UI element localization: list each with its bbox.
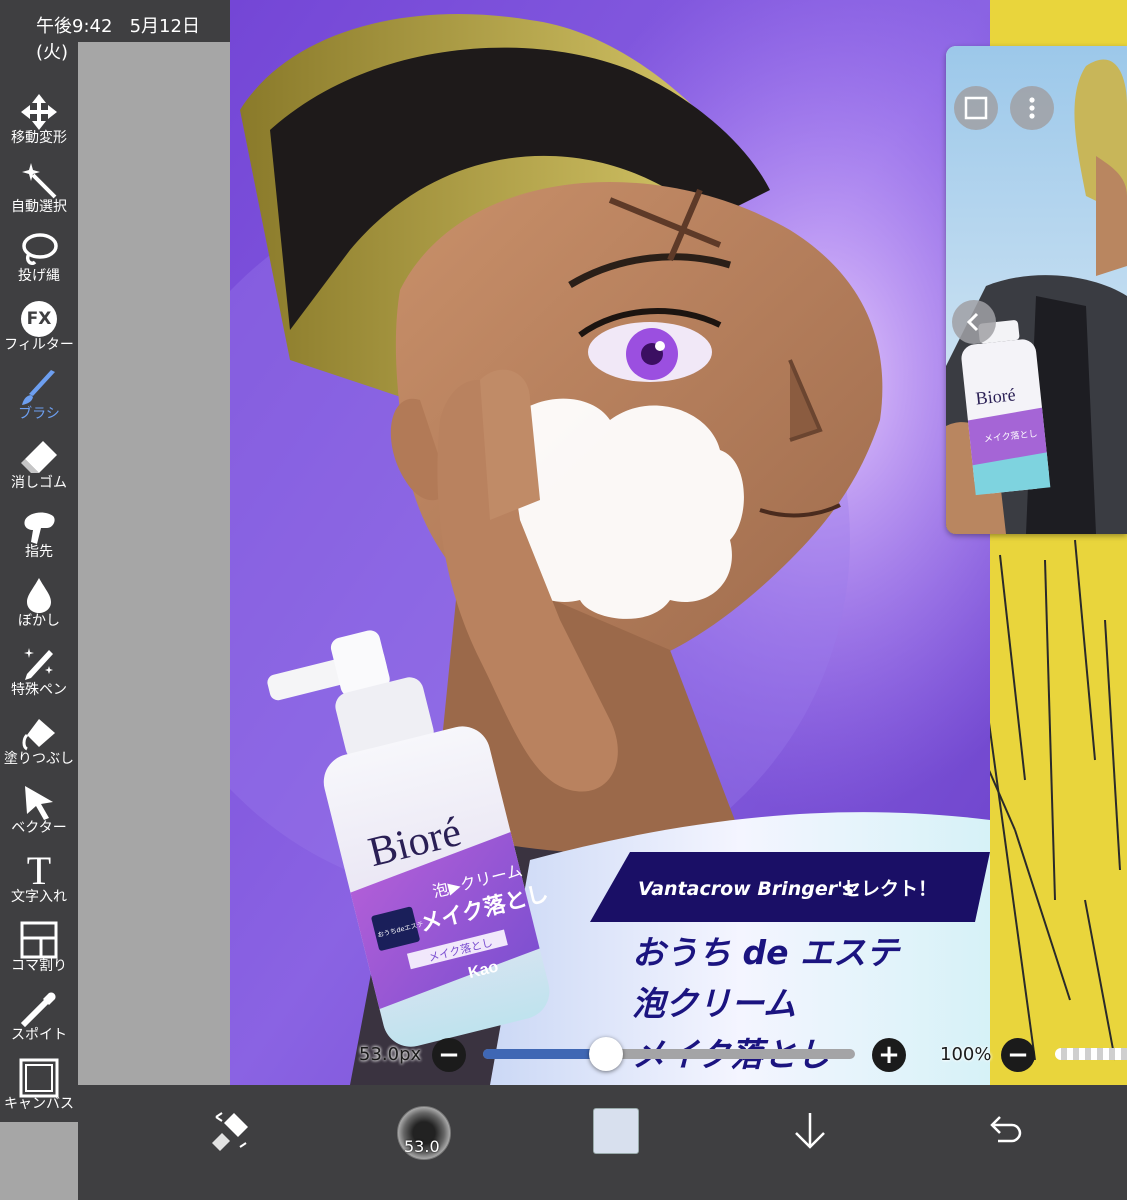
color-swatch-button[interactable] — [588, 1103, 644, 1159]
tool-frame-divide[interactable]: コマ割り — [0, 918, 78, 987]
tool-filter[interactable]: FX フィルター — [0, 297, 78, 366]
tool-eraser[interactable]: 消しゴム — [0, 435, 78, 504]
eraser-icon — [21, 441, 57, 473]
layer-down-button[interactable] — [782, 1103, 838, 1159]
opacity-minus-button[interactable]: − — [1001, 1038, 1035, 1072]
tool-move-transform[interactable]: 移動変形 — [0, 90, 78, 159]
swap-icon — [212, 1112, 248, 1151]
finger-icon — [24, 512, 55, 544]
brush-size-track[interactable] — [483, 1037, 855, 1071]
tool-vector[interactable]: ベクター — [0, 780, 78, 849]
brush-preview-size: 53.0 — [404, 1137, 440, 1156]
tool-canvas[interactable]: キャンバス — [0, 1056, 78, 1125]
tool-text[interactable]: T 文字入れ — [0, 849, 78, 918]
tool-label: ベクター — [11, 820, 67, 836]
app-window: 午後9:42 5月12日 (火) Bioré 泡▶クリーム メイク落とし おうち… — [0, 0, 1127, 1200]
headline-1: おうち de エステ — [632, 933, 901, 972]
swap-brush-eraser-button[interactable] — [202, 1103, 258, 1159]
reference-frame-button[interactable] — [954, 86, 998, 130]
banner-en-text: Vantacrow Bringer's — [638, 878, 854, 900]
tool-label: スポイト — [11, 1027, 67, 1043]
tool-label: 特殊ペン — [11, 682, 67, 698]
opacity-label: 100% — [940, 1044, 992, 1065]
brush-size-minus-button[interactable]: − — [432, 1038, 466, 1072]
tool-label: ぼかし — [18, 613, 60, 629]
tool-label: フィルター — [4, 337, 74, 353]
brush-size-plus-button[interactable]: + — [872, 1038, 906, 1072]
lasso-icon — [22, 233, 58, 266]
status-time: 午後9:42 — [36, 16, 113, 37]
tool-lasso[interactable]: 投げ縄 — [0, 228, 78, 297]
headline-2: 泡クリーム — [632, 984, 796, 1023]
tool-label: 自動選択 — [11, 199, 67, 215]
reference-menu-button[interactable] — [1010, 86, 1054, 130]
more-vertical-icon — [1029, 97, 1035, 119]
tool-label: 指先 — [25, 544, 53, 560]
eyedropper-icon — [20, 992, 56, 1028]
tool-brush[interactable]: ブラシ — [0, 366, 78, 435]
tool-label: 文字入れ — [11, 889, 67, 905]
reference-panel[interactable]: Bioré メイク落とし — [946, 46, 1127, 534]
tool-magic-wand[interactable]: 自動選択 — [0, 159, 78, 228]
text-icon: T — [26, 848, 52, 893]
undo-button[interactable] — [976, 1103, 1032, 1159]
canvas-gutter — [78, 0, 230, 1085]
magic-wand-icon — [22, 163, 57, 199]
brush-size-label: 53.0px — [359, 1044, 422, 1065]
ref-bottle-brand: Bioré — [975, 384, 1017, 408]
banner-jp-text: セレクト！ — [842, 878, 937, 900]
vector-arrow-icon — [25, 786, 53, 820]
status-bar: 午後9:42 5月12日 (火) — [0, 0, 230, 63]
brush-size-slider-row: 53.0px − + — [355, 1033, 915, 1077]
bottom-toolbar: 53.0 — [78, 1085, 1127, 1200]
tool-sidebar: 移動変形 自動選択 投げ縄 FX フィルター ブラシ 消しゴム 指先 ぼかし 特… — [0, 42, 78, 1122]
fx-text: FX — [26, 309, 52, 329]
reference-collapse-button[interactable] — [952, 300, 996, 344]
bucket-icon — [22, 719, 55, 751]
move-icon — [21, 94, 57, 130]
canvas-icon — [19, 1058, 59, 1098]
artwork-canvas[interactable]: Bioré 泡▶クリーム メイク落とし おうちdeエステ メイク落とし Kao … — [230, 0, 990, 1085]
tool-label: 消しゴム — [11, 475, 67, 491]
tool-label: 移動変形 — [11, 130, 67, 146]
minus-icon: − — [438, 1040, 460, 1070]
tool-eyedropper[interactable]: スポイト — [0, 987, 78, 1056]
plus-icon: + — [878, 1040, 900, 1070]
brush-size-fill — [483, 1049, 606, 1059]
tool-fill-bucket[interactable]: 塗りつぶし — [0, 711, 78, 780]
illustration: Bioré 泡▶クリーム メイク落とし おうちdeエステ メイク落とし Kao … — [230, 0, 990, 1085]
special-pen-icon — [24, 648, 53, 680]
brush-size-knob[interactable] — [588, 1037, 623, 1071]
frame-square-icon — [964, 96, 988, 120]
color-swatch — [593, 1108, 639, 1154]
tool-label: ブラシ — [18, 406, 60, 422]
tool-special-pen[interactable]: 特殊ペン — [0, 642, 78, 711]
fx-icon: FX — [21, 301, 57, 337]
frame-divide-icon — [20, 921, 58, 959]
arrow-down-icon — [795, 1113, 825, 1149]
opacity-track[interactable] — [1055, 1048, 1127, 1060]
tool-label: 塗りつぶし — [3, 751, 75, 767]
chevron-left-icon — [966, 312, 979, 332]
tool-finger[interactable]: 指先 — [0, 504, 78, 573]
tool-blur[interactable]: ぼかし — [0, 573, 78, 642]
brush-preview: 53.0 — [397, 1106, 451, 1160]
tool-label: キャンバス — [4, 1096, 74, 1112]
undo-icon — [990, 1116, 1022, 1143]
minus-icon: − — [1007, 1040, 1029, 1070]
tool-label: 投げ縄 — [18, 268, 60, 284]
brush-icon — [22, 370, 55, 405]
blur-drop-icon — [27, 578, 51, 613]
tool-label: コマ割り — [11, 958, 67, 974]
brush-preview-button[interactable]: 53.0 — [394, 1103, 454, 1163]
